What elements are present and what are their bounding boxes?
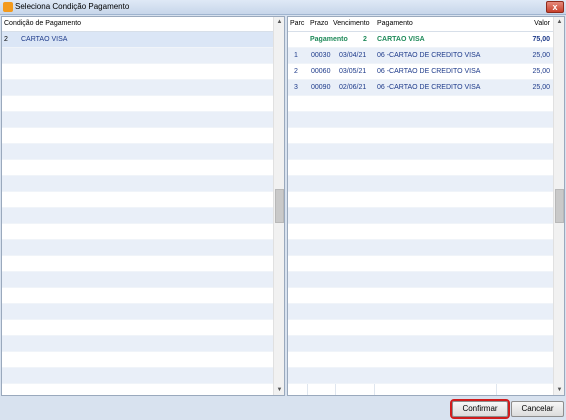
cell-pagamento: 06 -CARTAO DE CREDITO VISA: [377, 68, 481, 75]
empty-row: [2, 336, 274, 352]
list-item[interactable]: 2 CARTAO VISA: [2, 32, 274, 48]
installment-rows: Pagamento 2 CARTAO VISA 75,00 1 00030 03/04/21…: [288, 32, 554, 384]
summary-total: 75,00: [532, 36, 550, 43]
cell-vencimento: 03/05/21: [339, 68, 367, 75]
empty-row: [288, 368, 554, 384]
column-header-parc: Parc: [290, 20, 305, 27]
scroll-up-icon[interactable]: ▲: [554, 17, 564, 27]
cell-parc: 2: [294, 68, 298, 75]
scroll-thumb[interactable]: [275, 189, 284, 223]
cell-valor: 25,00: [532, 84, 550, 91]
close-button[interactable]: x: [546, 1, 564, 13]
empty-row: [288, 224, 554, 240]
grid-header: Parc Prazo Vencimento Pagamento Valor: [288, 17, 554, 32]
empty-row: [288, 352, 554, 368]
cell-prazo: 00060: [311, 68, 331, 75]
empty-row: [288, 96, 554, 112]
empty-row: [2, 160, 274, 176]
cell-pagamento: 06 -CARTAO DE CREDITO VISA: [377, 52, 481, 59]
scroll-up-icon[interactable]: ▲: [274, 17, 284, 27]
cell-vencimento: 03/04/21: [339, 52, 367, 59]
empty-row: [2, 192, 274, 208]
column-header-vencimento: Vencimento: [333, 20, 370, 27]
empty-row: [288, 336, 554, 352]
scroll-down-icon[interactable]: ▼: [274, 385, 284, 395]
empty-row: [2, 240, 274, 256]
empty-row: [2, 320, 274, 336]
cell-parc: 1: [294, 52, 298, 59]
scroll-down-icon[interactable]: ▼: [554, 385, 564, 395]
cell-vencimento: 02/06/21: [339, 84, 367, 91]
table-row[interactable]: 1 00030 03/04/21 06 -CARTAO DE CREDITO VISA…: [288, 48, 554, 64]
right-scrollbar[interactable]: ▲ ▼: [553, 17, 564, 395]
cell-valor: 25,00: [532, 68, 550, 75]
empty-row: [288, 144, 554, 160]
installments-grid: Parc Prazo Vencimento Pagamento Valor Pa…: [287, 16, 565, 396]
empty-row: [2, 304, 274, 320]
empty-row: [288, 160, 554, 176]
empty-row: [288, 288, 554, 304]
empty-row: [2, 288, 274, 304]
scroll-thumb[interactable]: [555, 189, 564, 223]
list-header: Condição de Pagamento: [2, 17, 274, 32]
empty-row: [288, 192, 554, 208]
empty-row: [2, 208, 274, 224]
title-bar: Seleciona Condição Pagamento x: [0, 0, 566, 15]
empty-row: [2, 176, 274, 192]
payment-condition-list: Condição de Pagamento 2 CARTAO VISA ▲ ▼: [1, 16, 285, 396]
summary-condition: CARTAO VISA: [377, 36, 425, 43]
empty-row: [2, 112, 274, 128]
empty-row: [2, 256, 274, 272]
table-row[interactable]: 2 00060 03/05/21 06 -CARTAO DE CREDITO VISA…: [288, 64, 554, 80]
empty-row: [288, 112, 554, 128]
column-header-pagamento: Pagamento: [377, 20, 413, 27]
window-title: Seleciona Condição Pagamento: [15, 2, 130, 11]
column-header-condition: Condição de Pagamento: [4, 20, 82, 27]
cancel-button[interactable]: Cancelar: [511, 401, 564, 417]
summary-label: Pagamento: [310, 36, 348, 43]
empty-row: [2, 224, 274, 240]
left-scrollbar[interactable]: ▲ ▼: [273, 17, 284, 395]
condition-name: CARTAO VISA: [21, 36, 68, 43]
app-icon: [3, 2, 13, 12]
summary-row: Pagamento 2 CARTAO VISA 75,00: [288, 32, 554, 48]
confirm-button[interactable]: Confirmar: [450, 399, 510, 419]
empty-row: [2, 272, 274, 288]
empty-row: [288, 176, 554, 192]
row-marker: 2: [4, 36, 8, 43]
empty-row: [2, 128, 274, 144]
empty-row: [288, 320, 554, 336]
empty-row: [2, 64, 274, 80]
empty-row: [288, 128, 554, 144]
cell-parc: 3: [294, 84, 298, 91]
cell-prazo: 00090: [311, 84, 331, 91]
empty-row: [288, 256, 554, 272]
condition-rows: 2 CARTAO VISA: [2, 32, 274, 384]
empty-row: [2, 144, 274, 160]
empty-row: [2, 80, 274, 96]
empty-row: [288, 208, 554, 224]
column-header-prazo: Prazo: [310, 20, 329, 27]
empty-row: [288, 304, 554, 320]
empty-row: [288, 272, 554, 288]
cell-valor: 25,00: [532, 52, 550, 59]
empty-row: [2, 48, 274, 64]
cell-pagamento: 06 -CARTAO DE CREDITO VISA: [377, 84, 481, 91]
summary-count: 2: [363, 36, 367, 43]
empty-row: [2, 96, 274, 112]
table-row[interactable]: 3 00090 02/06/21 06 -CARTAO DE CREDITO VISA…: [288, 80, 554, 96]
empty-row: [2, 368, 274, 384]
column-header-valor: Valor: [534, 20, 550, 27]
empty-row: [288, 240, 554, 256]
cell-prazo: 00030: [311, 52, 331, 59]
empty-row: [2, 352, 274, 368]
